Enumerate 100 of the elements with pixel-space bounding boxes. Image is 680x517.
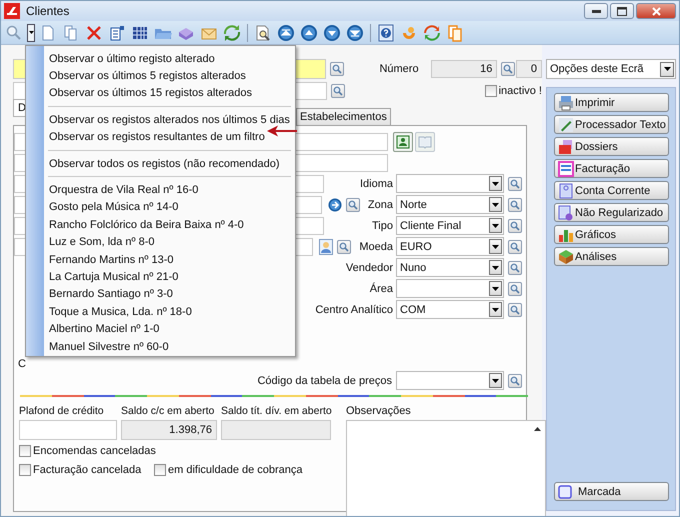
minimize-button[interactable] xyxy=(584,3,608,19)
search-button[interactable] xyxy=(337,240,352,254)
magnifier-icon xyxy=(510,262,520,272)
navigation-button[interactable] xyxy=(299,22,319,42)
magnifier-icon xyxy=(510,304,520,314)
refresh-button[interactable] xyxy=(422,22,442,42)
document-magnifier-icon xyxy=(254,24,272,42)
side-button[interactable]: Análises xyxy=(554,247,669,266)
dropdown-button[interactable] xyxy=(27,24,35,42)
search-button[interactable] xyxy=(330,62,344,76)
caret-icon xyxy=(492,308,499,312)
contact-card-icon xyxy=(396,134,410,148)
menu-item[interactable]: Observar os registos alterados nos últimos 5 dias xyxy=(48,111,290,129)
person-icon[interactable] xyxy=(319,238,334,254)
side-button[interactable]: Gráficos xyxy=(554,225,669,244)
search-button[interactable] xyxy=(508,218,522,232)
magnifier-icon xyxy=(339,242,350,252)
search-button[interactable] xyxy=(508,282,522,296)
navigation-button[interactable] xyxy=(276,22,296,42)
side-button[interactable]: Dossiers xyxy=(554,137,669,156)
search-button[interactable] xyxy=(508,176,522,190)
maximize-button[interactable] xyxy=(610,3,634,19)
checkbox-label: Encomendas canceladas xyxy=(33,445,156,457)
search-button[interactable] xyxy=(508,260,522,274)
search-button[interactable] xyxy=(508,240,522,254)
search-button[interactable] xyxy=(330,84,345,98)
checkbox[interactable] xyxy=(154,464,166,476)
circle-arrow-down-icon xyxy=(323,24,341,42)
input-field[interactable]: 1.398,76 xyxy=(121,420,217,440)
search-button[interactable] xyxy=(508,198,522,212)
toolbar-button[interactable] xyxy=(222,22,242,42)
field-label: Plafond de crédito xyxy=(19,405,105,417)
side-button[interactable]: Conta Corrente xyxy=(554,181,669,200)
marked-button[interactable]: Marcada xyxy=(554,482,669,501)
menu-item[interactable]: Manuel Silvestre nº 60-0 xyxy=(48,338,169,356)
field-label: Código da tabela de preços xyxy=(256,374,392,386)
side-button[interactable]: Facturação xyxy=(554,159,669,178)
menu-item[interactable]: Bernardo Santiago nº 3-0 xyxy=(48,286,173,304)
side-button[interactable]: Processador Texto xyxy=(554,115,669,134)
circle-arrow-right-icon[interactable] xyxy=(328,198,342,212)
dropdown-field[interactable]: COM xyxy=(396,300,504,319)
checkbox[interactable] xyxy=(19,464,31,476)
number-field[interactable]: 0 xyxy=(516,60,542,78)
notes-field[interactable] xyxy=(346,420,546,516)
search-button[interactable] xyxy=(508,374,522,388)
help-button[interactable] xyxy=(376,22,396,42)
number-field[interactable]: 16 xyxy=(430,60,498,78)
menu-item[interactable]: Luz e Som, lda nº 8-0 xyxy=(48,234,155,251)
search-button[interactable] xyxy=(346,198,360,212)
navigation-button[interactable] xyxy=(345,22,365,42)
side-button[interactable]: Imprimir xyxy=(554,93,669,112)
menu-item[interactable]: Observar todos os registos (não recomendado) xyxy=(48,154,280,172)
dropdown-field[interactable]: Cliente Final xyxy=(396,216,504,235)
search-icon xyxy=(6,24,22,40)
dropdown-field[interactable] xyxy=(396,279,504,298)
menu-item[interactable]: Observar os últimos 15 registos alterados xyxy=(48,84,252,102)
magnifier-icon xyxy=(503,64,514,74)
field-label: Centro Analítico xyxy=(315,304,393,316)
dropdown-field[interactable] xyxy=(396,371,504,390)
ledger-icon xyxy=(558,182,574,198)
search-button[interactable] xyxy=(501,62,516,76)
menu-item[interactable]: Observar os registos resultantes de um filtro xyxy=(48,128,265,146)
caret-icon xyxy=(492,266,499,270)
cube-icon xyxy=(558,248,574,264)
side-button[interactable]: Não Regularizado xyxy=(554,203,669,222)
menu-item[interactable]: Orquestra de Vila Real nº 16-0 xyxy=(48,181,198,199)
navigation-button[interactable] xyxy=(322,22,342,42)
contact-card-button[interactable] xyxy=(393,132,413,152)
circle-arrow-up-icon xyxy=(300,24,318,42)
menu-item[interactable]: Albertino Maciel nº 1-0 xyxy=(48,320,160,338)
field-label: Saldo c/c em aberto xyxy=(121,405,216,417)
dropdown-field[interactable]: EURO xyxy=(396,237,504,256)
field-label: C xyxy=(18,358,26,370)
menu-item[interactable]: Toque a Musica, Lda. nº 18-0 xyxy=(48,303,192,320)
magnifier-icon xyxy=(510,376,520,386)
menu-item[interactable]: Observar o último registo alterado xyxy=(48,50,215,68)
field-label: Zona xyxy=(368,198,393,210)
input-field[interactable] xyxy=(221,420,331,440)
recycle-icon xyxy=(223,24,241,42)
dropdown-field[interactable] xyxy=(396,174,504,193)
options-dropdown[interactable]: Opções deste Ecrã xyxy=(546,59,676,79)
menu-item[interactable]: Rancho Folclórico da Beira Baixa nº 4-0 xyxy=(48,216,244,234)
field-label: Observações xyxy=(346,405,412,417)
menu-item[interactable]: Fernando Martins nº 13-0 xyxy=(48,250,174,268)
window-title: Clientes xyxy=(26,4,70,18)
dropdown-field[interactable]: Norte xyxy=(396,195,504,214)
menu-item[interactable]: La Cartuja Musical nº 21-0 xyxy=(48,268,178,286)
checkbox[interactable] xyxy=(19,445,31,457)
magnifier-icon xyxy=(510,178,520,188)
search-button[interactable] xyxy=(508,302,522,316)
input-field[interactable] xyxy=(19,420,117,440)
menu-item[interactable]: Observar os últimos 5 registos alterados xyxy=(48,67,246,85)
magnifier-icon xyxy=(348,200,358,210)
tab[interactable]: Estabelecimentos xyxy=(296,108,391,125)
scroll-up-icon[interactable] xyxy=(534,427,541,431)
checkbox[interactable] xyxy=(484,85,497,97)
circle-arrow-down-icon xyxy=(346,24,364,42)
dropdown-field[interactable]: Nuno xyxy=(396,258,504,277)
menu-item[interactable]: Gosto pela Música nº 14-0 xyxy=(48,198,178,216)
close-button[interactable] xyxy=(636,3,676,19)
